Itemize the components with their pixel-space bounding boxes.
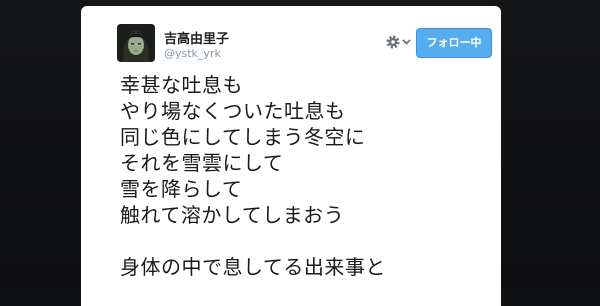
following-button[interactable]: フォロー中	[416, 28, 492, 58]
tweet-line: 触れて溶かしてしまおう	[120, 203, 345, 227]
avatar[interactable]	[117, 24, 155, 62]
tweet-line: 雪を降らして	[120, 177, 243, 201]
author-display-name[interactable]: 吉高由里子	[164, 28, 229, 47]
tweet-line: やり場なくついた吐息も	[120, 99, 346, 123]
tweet-line: 身体の中で息してる出来事と	[120, 255, 386, 279]
tweet-line: それを雪雲にして	[120, 151, 284, 175]
tweet-body: 幸甚な吐息も やり場なくついた吐息も 同じ色にしてしまう冬空に それを雪雲にして…	[120, 72, 490, 280]
tweet-settings-menu[interactable]	[384, 32, 414, 52]
tweet-line: 幸甚な吐息も	[120, 73, 243, 97]
tweet-line: 同じ色にしてしまう冬空に	[120, 125, 366, 149]
gear-icon	[386, 35, 400, 49]
chevron-down-icon	[402, 39, 411, 45]
author-handle[interactable]: @ystk_yrk	[164, 47, 221, 60]
profile-photo-icon	[117, 24, 155, 62]
tweet-card: 吉高由里子 @ystk_yrk フォロー中 幸甚な吐息も やり場なくついた吐息も…	[81, 6, 501, 306]
